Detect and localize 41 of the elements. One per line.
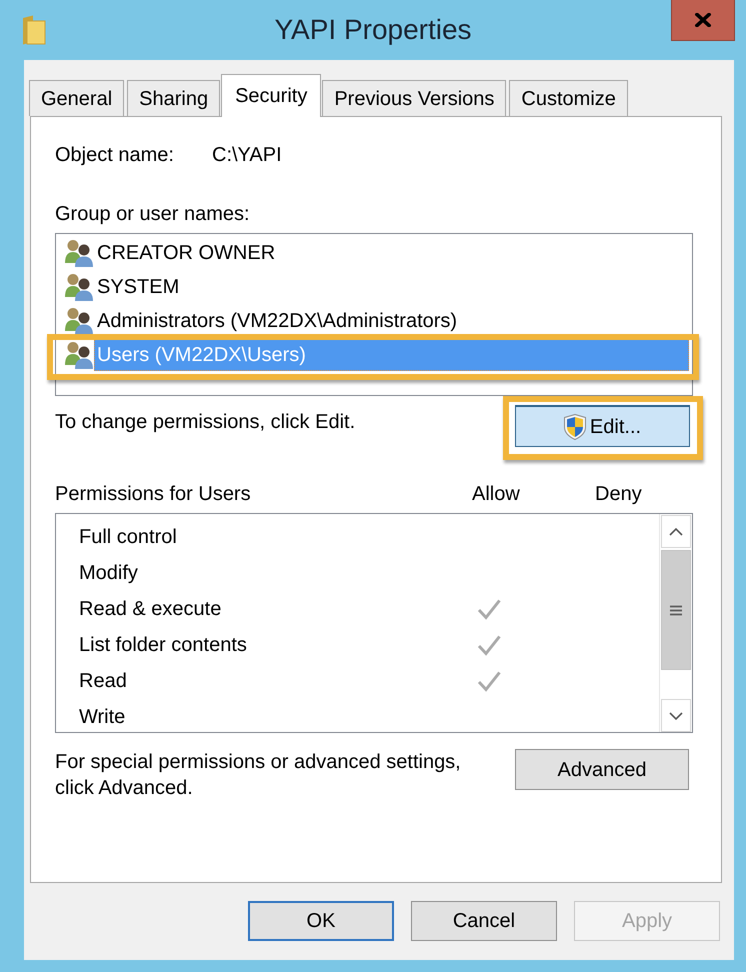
chevron-down-icon bbox=[669, 712, 683, 720]
tab[interactable]: Security bbox=[221, 74, 322, 117]
user-group-icon bbox=[64, 239, 94, 267]
scroll-up-button[interactable] bbox=[661, 515, 691, 548]
list-item[interactable]: Administrators (VM22DX\Administrators) bbox=[94, 305, 464, 337]
permission-name: Read bbox=[79, 669, 127, 693]
advanced-hint-text: For special permissions or advanced settings, click Advanced. bbox=[55, 750, 462, 801]
window-title: YAPI Properties bbox=[274, 14, 472, 46]
permission-name: Modify bbox=[79, 561, 138, 585]
scroll-down-button[interactable] bbox=[661, 699, 691, 732]
folder-icon bbox=[22, 15, 46, 45]
list-item[interactable]: SYSTEM bbox=[94, 271, 186, 303]
permission-name: Write bbox=[79, 705, 126, 729]
column-header: Allow bbox=[472, 482, 520, 506]
field-label: Object name: bbox=[55, 143, 175, 167]
user-group-icon bbox=[64, 307, 94, 335]
dialog-button[interactable]: OK bbox=[248, 901, 394, 941]
permission-name: Full control bbox=[79, 525, 177, 549]
scrollbar-thumb[interactable] bbox=[661, 550, 691, 670]
permission-name: Read & execute bbox=[79, 597, 222, 621]
shield-icon bbox=[564, 414, 586, 440]
list-label: Group or user names: bbox=[55, 202, 250, 226]
close-icon bbox=[695, 13, 711, 27]
dialog-button[interactable]: Cancel bbox=[411, 901, 557, 941]
chevron-up-icon bbox=[669, 528, 683, 536]
permission-name: List folder contents bbox=[79, 633, 247, 657]
list-item[interactable]: CREATOR OWNER bbox=[94, 237, 282, 269]
hint-text: To change permissions, click Edit. bbox=[55, 410, 356, 434]
advanced-button[interactable]: Advanced bbox=[515, 749, 689, 790]
user-group-icon bbox=[64, 341, 94, 369]
column-header: Deny bbox=[595, 482, 642, 506]
field-value: C:\YAPI bbox=[212, 143, 282, 167]
edit-button[interactable]: Edit... bbox=[515, 405, 690, 447]
user-group-icon bbox=[64, 273, 94, 301]
close-button[interactable] bbox=[671, 0, 735, 41]
list-label: Permissions for Users bbox=[55, 482, 251, 506]
tab[interactable]: General bbox=[29, 80, 124, 116]
tab[interactable]: Customize bbox=[509, 80, 628, 116]
tab[interactable]: Sharing bbox=[127, 80, 220, 116]
grip-icon bbox=[670, 604, 682, 616]
tab[interactable]: Previous Versions bbox=[322, 80, 506, 116]
